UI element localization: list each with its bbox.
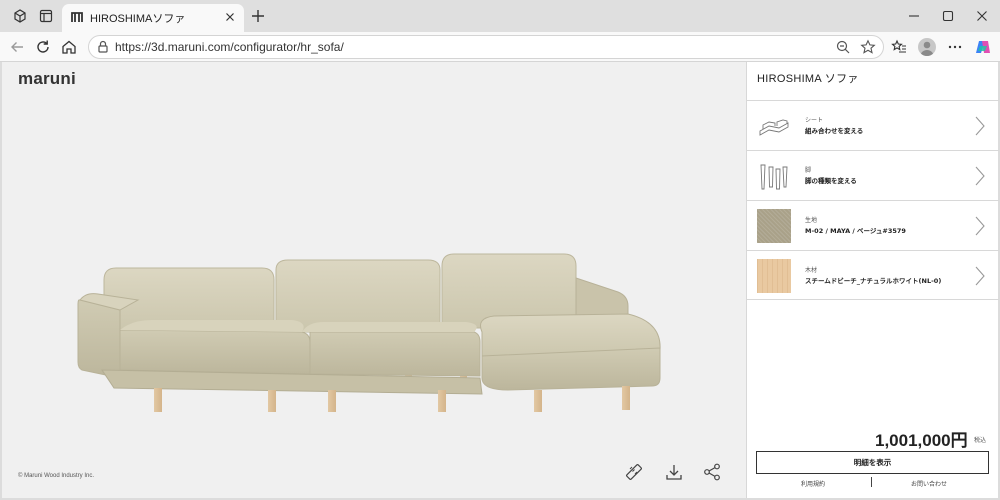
chaise-front [481, 347, 661, 391]
option-row-legs[interactable]: 脚 脚の種類を変える [747, 150, 999, 200]
close-window-icon[interactable] [974, 8, 990, 24]
favorites-icon[interactable] [890, 38, 908, 56]
option-category: 生地 [805, 217, 818, 224]
home-icon[interactable] [60, 38, 78, 56]
share-icon[interactable] [702, 462, 722, 482]
download-icon[interactable] [664, 462, 684, 482]
option-row-fabric[interactable]: 生地 M-02 / MAYA / ベージュ#3579 [747, 200, 999, 250]
tab-actions-icon[interactable] [38, 8, 54, 24]
fabric-swatch [757, 209, 791, 243]
tax-label: 税込 [974, 437, 987, 444]
back-cushion-middle [275, 259, 441, 333]
page-viewport: maruni © Maruni Wood Industry Inc. HIROS… [2, 62, 999, 498]
seat-cushion-left-top [120, 320, 304, 332]
tab-title: HIROSHIMAソファ [90, 13, 186, 25]
sofa-leg [438, 390, 446, 412]
show-details-button[interactable]: 明細を表示 [756, 451, 989, 474]
profile-avatar[interactable] [918, 38, 936, 56]
wood-swatch [757, 259, 791, 293]
chevron-right-icon [975, 116, 985, 136]
minimize-icon[interactable] [906, 8, 922, 24]
option-value: スチームドビーチ_ナチュラルホワイト(NL-0) [805, 277, 942, 285]
ruler-icon[interactable] [624, 462, 644, 482]
tab-strip: HIROSHIMAソファ [0, 0, 1000, 32]
lock-icon[interactable] [95, 39, 111, 55]
workspaces-icon[interactable] [12, 8, 28, 24]
option-value: 組み合わせを変える [805, 127, 864, 135]
close-tab-icon[interactable] [223, 10, 237, 24]
sofa-leg [534, 390, 542, 412]
option-category: シート [805, 117, 824, 124]
profile-icon [920, 41, 934, 56]
more-menu-icon[interactable] [946, 38, 964, 56]
copyright-text: © Maruni Wood Industry Inc. [18, 473, 95, 479]
contact-link[interactable]: お問い合わせ [911, 479, 947, 488]
option-value: 脚の種類を変える [805, 177, 857, 185]
footer-divider [871, 477, 872, 487]
seat-cushion-middle [309, 331, 481, 377]
url-text[interactable]: https://3d.maruni.com/configurator/hr_so… [115, 40, 344, 54]
chevron-right-icon [975, 216, 985, 236]
show-details-label: 明細を表示 [853, 458, 892, 467]
sofa-leg [328, 390, 336, 412]
maximize-icon[interactable] [940, 8, 956, 24]
new-tab-icon[interactable] [250, 8, 266, 24]
3d-stage[interactable]: maruni © Maruni Wood Industry Inc. [2, 62, 746, 498]
zoom-icon[interactable] [835, 39, 851, 55]
option-row-wood[interactable]: 木材 スチームドビーチ_ナチュラルホワイト(NL-0) [747, 250, 999, 300]
option-category: 木材 [805, 267, 818, 274]
option-category: 脚 [805, 167, 812, 174]
seat-cushion-left [119, 329, 311, 375]
option-value: M-02 / MAYA / ベージュ#3579 [805, 227, 906, 235]
active-tab[interactable]: HIROSHIMAソファ [62, 4, 244, 32]
maruni-logo[interactable]: maruni [18, 69, 76, 89]
sofa-leg [622, 386, 630, 410]
maruni-favicon [71, 12, 83, 22]
sofa-3d-model[interactable] [62, 182, 682, 412]
chevron-right-icon [975, 166, 985, 186]
legs-config-icon [760, 164, 788, 190]
favorite-star-icon[interactable] [860, 39, 876, 55]
address-field[interactable]: https://3d.maruni.com/configurator/hr_so… [88, 35, 884, 59]
seat-config-icon [759, 119, 789, 136]
config-panel: HIROSHIMA ソファ シート 組み合わせを変える 脚 脚の種類を変える 生… [746, 62, 999, 498]
sofa-leg [154, 388, 162, 412]
terms-link[interactable]: 利用規約 [801, 479, 825, 488]
address-toolbar: https://3d.maruni.com/configurator/hr_so… [0, 32, 1000, 62]
back-icon[interactable] [8, 38, 26, 56]
seat-cushion-middle-top [302, 322, 477, 332]
chevron-right-icon [975, 266, 985, 286]
total-price: 1,001,000円 [875, 431, 968, 450]
sofa-leg [268, 390, 276, 412]
product-title: HIROSHIMA ソファ [757, 73, 859, 85]
sofa-left-arm [77, 299, 121, 379]
copilot-icon[interactable] [974, 38, 992, 56]
refresh-icon[interactable] [34, 38, 52, 56]
option-row-seat[interactable]: シート 組み合わせを変える [747, 100, 999, 150]
